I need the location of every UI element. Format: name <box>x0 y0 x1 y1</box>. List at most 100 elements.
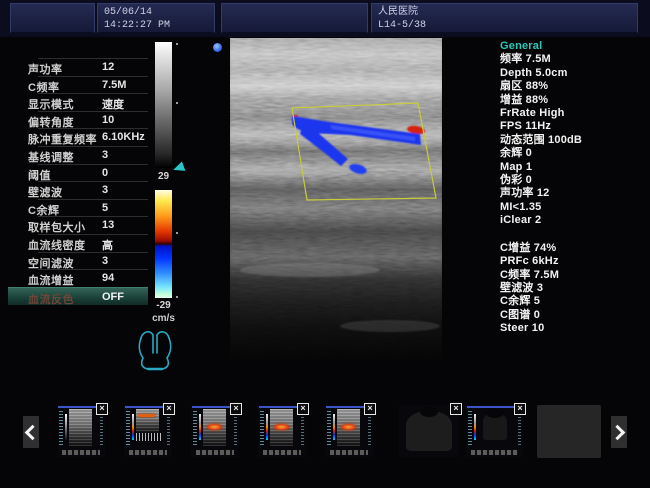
scale-tick <box>176 43 178 45</box>
prev-thumbnails-button[interactable] <box>23 416 39 448</box>
thumb-image <box>69 409 92 446</box>
info-line: C增益 74% <box>500 242 648 255</box>
thumb-t-bar <box>199 414 201 440</box>
next-thumbnails-button[interactable] <box>611 416 627 448</box>
scale-tick <box>176 102 178 104</box>
right-info-panel: General频率 7.5MDepth 5.0cm扇区 88%增益 88%FrR… <box>500 40 648 350</box>
param-label: 偏转角度 <box>28 114 74 130</box>
probe-preset: L14-5/38 <box>378 20 426 31</box>
param-label: C频率 <box>28 79 59 95</box>
info-line: 增益 88% <box>500 94 648 107</box>
param-row-8[interactable]: 壁滤波3 <box>8 181 148 199</box>
thumb-t-bar <box>333 414 335 440</box>
body-marker-icon <box>135 327 175 378</box>
thumb-t-lcol <box>468 411 472 447</box>
param-value: 3 <box>102 255 108 267</box>
thumb-doppler-blob <box>341 424 356 430</box>
info-line: 壁滤波 3 <box>500 282 648 295</box>
thumbnail-6[interactable]: × <box>399 405 459 457</box>
param-value: 3 <box>102 184 108 196</box>
title-bar: 05/06/14 14:22:27 PM 人民医院 L14-5/38 <box>0 0 650 37</box>
param-label: 空间滤波 <box>28 255 74 271</box>
titlebar-empty-box-middle <box>221 3 368 33</box>
info-line: C频率 7.5M <box>500 269 648 282</box>
param-row-2[interactable]: C频率 7.5M <box>8 76 148 94</box>
info-line: iClear 2 <box>500 214 648 227</box>
ultrasound-image[interactable] <box>230 38 442 360</box>
param-row-12[interactable]: 空间滤波 3 <box>8 252 148 270</box>
param-row-10[interactable]: 取样包大小13 <box>8 216 148 234</box>
param-row-14[interactable]: 血流反色OFF <box>8 287 148 306</box>
param-row-13[interactable]: 血流增益 94 <box>8 269 148 287</box>
info-line: Map 1 <box>500 161 648 174</box>
param-row-3[interactable]: 显示模式 速度 <box>8 93 148 111</box>
thumbnail-3[interactable]: × <box>191 405 239 457</box>
thumb-t-lcol <box>193 411 197 447</box>
thumbnail-close-button[interactable]: × <box>163 403 175 415</box>
thumb-t-rcol <box>368 411 371 445</box>
thumb-doppler-streak <box>138 414 155 417</box>
thumb-probe-silhouette <box>483 412 507 440</box>
focus-marker-icon <box>213 43 222 52</box>
info-line: 动态范围 100dB <box>500 134 648 147</box>
scale-tick <box>176 296 178 298</box>
thumb-image <box>136 409 159 433</box>
info-line: C图谱 0 <box>500 309 648 322</box>
thumb-spectral-wave <box>136 433 162 441</box>
thumbnail-close-button[interactable]: × <box>230 403 242 415</box>
thumbnail-8[interactable] <box>537 405 601 458</box>
info-line: PRFc 6kHz <box>500 255 648 268</box>
thumb-t-bar <box>65 414 67 440</box>
thumb-t-lcol <box>260 411 264 447</box>
section-title: General <box>500 40 648 53</box>
thumb-t-film <box>62 450 100 455</box>
param-row-9[interactable]: C余辉5 <box>8 199 148 217</box>
thumbnail-7[interactable]: × <box>466 405 523 457</box>
param-value: 速度 <box>102 96 124 112</box>
param-label: 脉冲重复频率 <box>28 131 97 147</box>
thumbnail-5[interactable]: × <box>325 405 373 457</box>
thumb-t-lcol <box>126 411 130 447</box>
thumbnail-close-button[interactable]: × <box>514 403 526 415</box>
param-label: 血流反色 <box>28 291 74 307</box>
param-value: 7.5M <box>102 79 126 91</box>
thumb-t-rcol <box>234 411 237 445</box>
thumbnail-2[interactable]: × <box>124 405 172 457</box>
chevron-right-icon <box>610 424 626 440</box>
thumb-doppler-blob <box>207 424 222 430</box>
thumbnail-1[interactable]: × <box>57 405 105 457</box>
info-line: FPS 11Hz <box>500 120 648 133</box>
info-line: 声功率 12 <box>500 187 648 200</box>
thumbnail-close-button[interactable]: × <box>364 403 376 415</box>
chevron-left-icon <box>25 424 41 440</box>
param-row-11[interactable]: 血流线密度高 <box>8 234 148 252</box>
param-row-1[interactable]: 声功率12 <box>8 58 148 76</box>
thumbnail-close-button[interactable]: × <box>450 403 462 415</box>
thumbnail-4[interactable]: × <box>258 405 306 457</box>
thumb-t-lcol <box>59 411 63 447</box>
hospital-name: 人民医院 <box>378 7 418 18</box>
param-label: 血流增益 <box>28 272 74 288</box>
thumbnail-close-button[interactable]: × <box>297 403 309 415</box>
velocity-min-label: -29 <box>149 300 178 311</box>
datetime-box: 05/06/14 14:22:27 PM <box>97 3 215 33</box>
param-label: 显示模式 <box>28 96 74 112</box>
hospital-box: 人民医院 L14-5/38 <box>371 3 638 33</box>
info-line: Depth 5.0cm <box>500 67 648 80</box>
pointer-arrow-icon[interactable] <box>172 161 186 174</box>
info-line: 伪彩 0 <box>500 174 648 187</box>
thumb-doppler-blob <box>274 424 289 430</box>
thumb-t-bar <box>474 414 476 440</box>
thumbnail-close-button[interactable]: × <box>96 403 108 415</box>
param-value: 0 <box>102 167 108 179</box>
thumb-t-rcol <box>100 411 103 445</box>
param-row-6[interactable]: 基线调整3 <box>8 146 148 164</box>
param-value: 94 <box>102 272 114 284</box>
ultrasound-screen: 05/06/14 14:22:27 PM 人民医院 L14-5/38 声功率12… <box>0 0 650 488</box>
param-value: 12 <box>102 61 114 73</box>
date-text: 05/06/14 <box>104 7 152 18</box>
param-row-7[interactable]: 阈值0 <box>8 164 148 182</box>
param-row-5[interactable]: 脉冲重复频率6.10KHz <box>8 128 148 146</box>
param-row-4[interactable]: 偏转角度10 <box>8 111 148 129</box>
param-label: C余辉 <box>28 202 59 218</box>
